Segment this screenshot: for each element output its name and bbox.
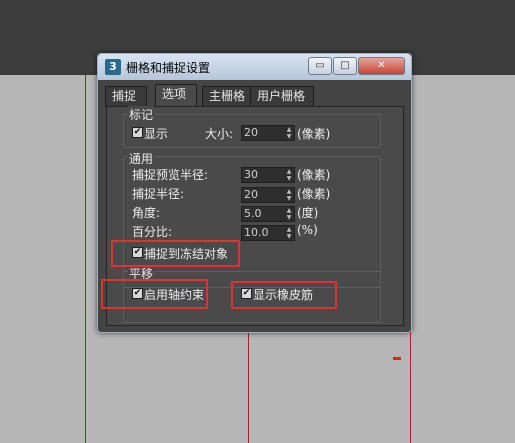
dialog-title: 栅格和捕捉设置 [126,61,211,75]
preview-radius-value: 30 [244,168,258,181]
display-label: 显示 [144,127,169,141]
percent-value: 10.0 [244,226,269,239]
snap-radius-unit: (像素) [297,187,331,201]
snap-radius-spinner[interactable]: 20 ▲ ▼ [241,187,295,203]
percent-label: 百分比: [132,225,173,239]
spinner-arrows-icon[interactable]: ▲ ▼ [285,188,293,202]
maximize-button[interactable]: □ [333,57,357,75]
highlight-box [101,279,208,309]
general-group-label: 通用 [128,150,155,167]
title-bar[interactable]: 3 栅格和捕捉设置 ▭ □ ✕ [98,54,411,80]
angle-unit: (度) [297,206,319,220]
size-label: 大小: [205,127,234,141]
percent-unit: (%) [297,223,318,237]
preview-radius-spinner[interactable]: 30 ▲ ▼ [241,167,295,183]
viewport-grid-line [85,75,86,443]
spinner-arrows-icon[interactable]: ▲ ▼ [285,207,293,221]
size-value: 20 [244,126,258,139]
angle-value: 5.0 [244,207,262,220]
snap-radius-value: 20 [244,188,258,201]
minimize-button[interactable]: ▭ [308,57,332,75]
highlight-box [111,240,240,267]
percent-spinner[interactable]: 10.0 ▲ ▼ [241,225,295,241]
tab-user-grids[interactable]: 用户栅格 [250,86,314,107]
preview-radius-unit: (像素) [297,168,331,182]
angle-spinner[interactable]: 5.0 ▲ ▼ [241,206,295,222]
snap-radius-label: 捕捉半径: [132,187,185,201]
angle-label: 角度: [132,206,161,220]
spinner-arrows-icon[interactable]: ▲ ▼ [285,226,293,240]
tab-options[interactable]: 选项 [155,84,197,108]
spinner-arrows-icon[interactable]: ▲ ▼ [285,126,293,140]
app-icon: 3 [105,59,121,75]
highlight-box [231,281,337,309]
tab-snaps[interactable]: 捕捉 [105,86,147,107]
viewport-marker [393,357,401,360]
close-button[interactable]: ✕ [358,57,405,75]
tab-home-grid[interactable]: 主栅格 [202,86,254,107]
display-checkbox[interactable]: ✔ [132,127,143,138]
size-unit: (像素) [297,127,331,141]
spinner-arrows-icon[interactable]: ▲ ▼ [285,168,293,182]
preview-radius-label: 捕捉预览半径: [132,168,209,182]
markers-group-label: 标记 [128,106,155,123]
size-spinner[interactable]: 20 ▲ ▼ [241,125,295,141]
